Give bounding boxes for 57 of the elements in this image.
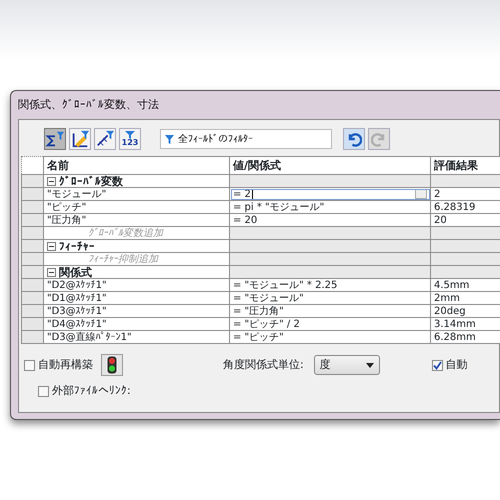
traffic-light-button[interactable]	[101, 354, 123, 376]
filter-button[interactable]: 123	[119, 128, 141, 150]
caret-icon	[366, 362, 374, 368]
column-header[interactable]: 評価結果	[430, 156, 500, 174]
table-cell[interactable]: "D1@ｽｹｯﾁ1"	[44, 292, 230, 304]
table-cell: 3.14mm	[430, 318, 500, 330]
angle-units-label: 角度関係式単位:	[223, 356, 304, 373]
dimension-filter-icon	[95, 129, 115, 149]
table-cell[interactable]: "圧力角"	[44, 214, 230, 226]
column-header[interactable]: 名前	[44, 156, 230, 174]
table-cell[interactable]: = 20	[230, 214, 430, 226]
checkbox-label: 自動再構築	[38, 356, 93, 373]
pencil-filter-icon	[70, 129, 90, 149]
filter-button[interactable]	[44, 128, 66, 150]
checkbox[interactable]	[432, 360, 443, 370]
group-label: ﾌｨｰﾁｬｰ	[59, 240, 95, 252]
collapse-toggle-icon[interactable]	[47, 268, 56, 276]
table-cell[interactable]: = "ピッチ"	[230, 330, 430, 344]
redo-arrow-icon	[371, 131, 387, 147]
table-cell[interactable]: "D4@ｽｹｯﾁ1"	[44, 318, 230, 330]
spinner-icon[interactable]	[415, 188, 427, 198]
table-cell[interactable]: = "モジュール"	[230, 292, 430, 304]
angle-units-dropdown[interactable]: 度	[314, 355, 380, 375]
filter-button[interactable]	[69, 128, 91, 150]
table-cell[interactable]: = "モジュール" * 2.25	[230, 278, 430, 292]
filter-button[interactable]	[94, 128, 116, 150]
window-title: 関係式、ｸﾞﾛｰﾊﾞﾙ変数、寸法	[18, 96, 159, 113]
table-cell[interactable]: "D3@直線ﾊﾟﾀｰﾝ1"	[44, 330, 230, 344]
checkbox-label: 自動	[446, 356, 468, 373]
checkbox-label: 外部ﾌｧｲﾙへﾘﾝｸ:	[52, 382, 131, 399]
number-label: 123	[122, 139, 138, 147]
table-cell: 2mm	[430, 292, 500, 304]
table-cell[interactable]: "D3@ｽｹｯﾁ1"	[44, 304, 230, 318]
table-cell[interactable]: "ピッチ"	[44, 200, 230, 214]
sigma-filter-icon	[45, 129, 65, 149]
collapse-toggle-icon[interactable]	[47, 176, 56, 186]
table-cell: 6.28319	[430, 200, 500, 214]
checkbox[interactable]	[38, 386, 49, 396]
table-cell[interactable]: "D2@ｽｹｯﾁ1"	[44, 278, 230, 292]
table-cell: 20deg	[430, 304, 500, 318]
undo-arrow-icon	[346, 131, 362, 147]
table-cell: 4.5mm	[430, 278, 500, 292]
table-cell: 20	[430, 214, 500, 226]
column-header[interactable]: 値/関係式	[230, 156, 430, 174]
table-cell: 2	[430, 188, 500, 200]
table-cell[interactable]: = "ピッチ" / 2	[230, 318, 430, 330]
table-cell[interactable]: "モジュール"	[44, 188, 230, 200]
funnel-icon	[124, 131, 135, 139]
undo-button[interactable]	[343, 128, 365, 150]
group-label: 関係式	[59, 266, 92, 278]
checkbox[interactable]	[24, 360, 35, 370]
traffic-light-icon	[107, 356, 117, 374]
table-cell[interactable]: = pi * "モジュール"	[230, 200, 430, 214]
collapse-toggle-icon[interactable]	[47, 242, 56, 250]
filter-field[interactable]: 全ﾌｨｰﾙﾄﾞのﾌｨﾙﾀｰ	[160, 129, 332, 149]
table-cell: 6.28mm	[430, 330, 500, 344]
table-cell[interactable]: = "圧力角"	[230, 304, 430, 318]
